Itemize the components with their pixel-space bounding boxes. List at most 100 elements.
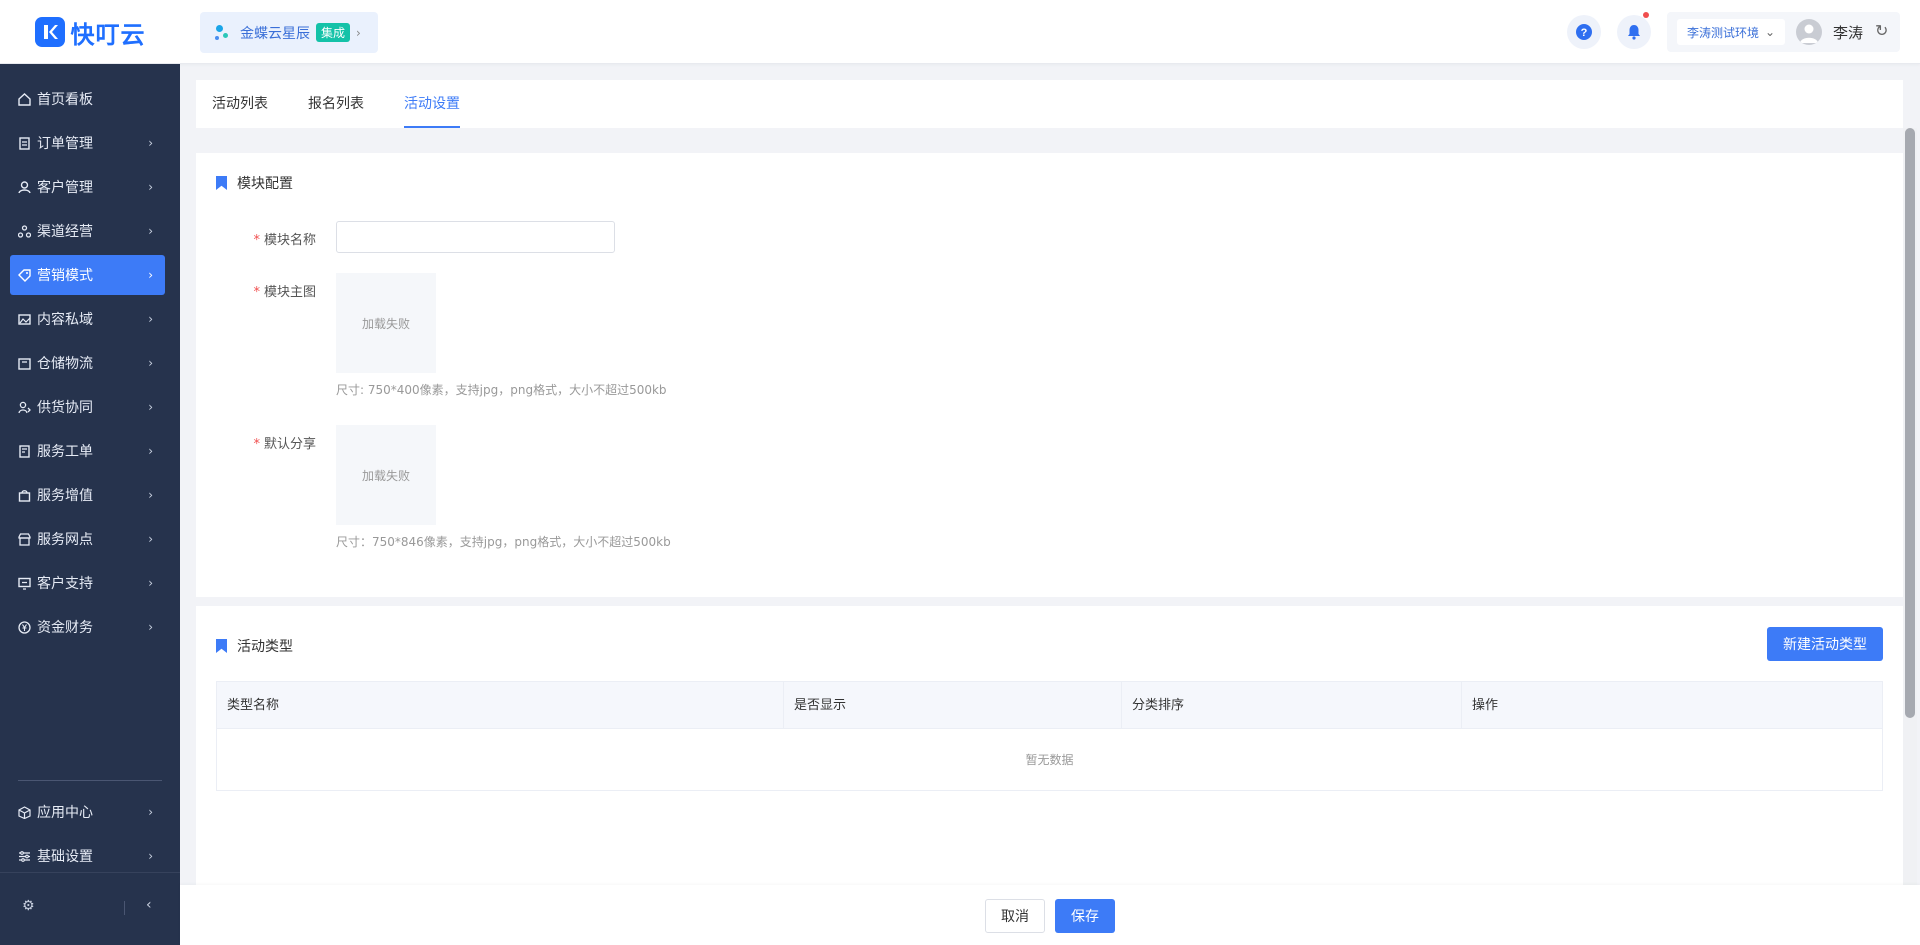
brand-name: 金蝶云星辰 xyxy=(240,25,310,42)
chevron-right-icon: › xyxy=(148,356,153,370)
label-text: 模块主图 xyxy=(263,285,316,300)
chevron-right-icon: › xyxy=(148,400,153,414)
image-load-failed-text: 加载失败 xyxy=(361,316,410,331)
app-logo[interactable]: 快叮云 xyxy=(0,0,180,64)
save-button[interactable]: 保存 xyxy=(1055,899,1115,933)
supply-icon xyxy=(17,400,31,414)
sidebar-item-service-orders[interactable]: 服务工单 › xyxy=(10,431,165,471)
column-header-type-name[interactable]: 类型名称 xyxy=(217,682,783,729)
share-image-upload[interactable]: 加载失败 xyxy=(336,425,436,525)
section-title: 模块配置 xyxy=(216,173,293,193)
sidebar-item-basic-settings[interactable]: 基础设置 › xyxy=(10,836,165,876)
user-icon xyxy=(17,180,31,194)
gear-icon[interactable]: ⚙ xyxy=(22,898,35,914)
main-image-upload[interactable]: 加载失败 xyxy=(336,273,436,373)
sidebar-item-support[interactable]: 客户支持 › xyxy=(10,563,165,603)
sidebar-item-customers[interactable]: 客户管理 › xyxy=(10,167,165,207)
section-title-text: 活动类型 xyxy=(237,639,293,655)
notification-button[interactable] xyxy=(1617,12,1651,49)
support-icon xyxy=(17,576,31,590)
activity-type-card: 活动类型 新建活动类型 类型名称 是否显示 分类排序 操作 暂无数据 xyxy=(196,606,1903,886)
column-header-actions[interactable]: 操作 xyxy=(1461,682,1882,729)
sidebar-item-warehouse[interactable]: 仓储物流 › xyxy=(10,343,165,383)
tab-activity-list[interactable]: 活动列表 xyxy=(212,80,268,128)
sidebar-item-finance[interactable]: 资金财务 › xyxy=(10,607,165,647)
required-mark: * xyxy=(253,437,260,452)
environment-select[interactable]: 李涛测试环境 ⌄ xyxy=(1677,19,1785,45)
sidebar-divider xyxy=(18,780,162,781)
settings-icon xyxy=(17,849,31,863)
ticket-icon xyxy=(17,444,31,458)
environment-label: 李涛测试环境 xyxy=(1686,25,1759,40)
bookmark-icon xyxy=(216,639,227,653)
sidebar-item-label: 客户支持 xyxy=(37,576,93,592)
refresh-icon[interactable]: ↻ xyxy=(1875,21,1888,40)
chevron-right-icon: › xyxy=(148,312,153,326)
bookmark-icon xyxy=(216,176,227,190)
sidebar-item-label: 内容私域 xyxy=(37,312,93,328)
image-icon xyxy=(17,312,31,326)
chevron-right-icon: › xyxy=(148,532,153,546)
tab-activity-settings[interactable]: 活动设置 xyxy=(404,80,460,128)
sidebar-item-dashboard[interactable]: 首页看板 xyxy=(10,79,165,119)
yen-icon xyxy=(17,620,31,634)
sidebar-item-channels[interactable]: 渠道经营 › xyxy=(10,211,165,251)
question-icon: ? xyxy=(1576,24,1592,40)
home-icon xyxy=(17,92,31,106)
chevron-right-icon: › xyxy=(148,136,153,150)
activity-type-table: 类型名称 是否显示 分类排序 操作 暂无数据 xyxy=(216,681,1883,791)
tab-bar: 活动列表 报名列表 活动设置 xyxy=(196,80,1903,128)
chevron-right-icon: › xyxy=(148,268,153,282)
tab-registration-list[interactable]: 报名列表 xyxy=(308,80,364,128)
scrollbar-thumb[interactable] xyxy=(1905,128,1915,718)
sidebar-item-label: 首页看板 xyxy=(37,92,93,108)
sidebar-item-label: 渠道经营 xyxy=(37,224,93,240)
module-name-input[interactable] xyxy=(336,221,615,253)
chevron-right-icon: › xyxy=(148,444,153,458)
divider xyxy=(124,901,125,915)
sidebar-item-label: 营销模式 xyxy=(37,268,93,284)
sidebar-item-label: 资金财务 xyxy=(37,620,93,636)
help-button[interactable]: ? xyxy=(1567,15,1601,49)
sidebar-item-service-points[interactable]: 服务网点 › xyxy=(10,519,165,559)
section-title: 活动类型 xyxy=(216,636,293,656)
bag-icon xyxy=(17,488,31,502)
empty-state-text: 暂无数据 xyxy=(1025,753,1074,767)
collapse-sidebar-icon[interactable]: ‹ xyxy=(146,897,152,913)
sidebar-item-value-added[interactable]: 服务增值 › xyxy=(10,475,165,515)
new-activity-type-button[interactable]: 新建活动类型 xyxy=(1767,627,1883,661)
channel-icon xyxy=(17,224,31,238)
label-text: 默认分享 xyxy=(263,437,316,452)
sidebar-item-content[interactable]: 内容私域 › xyxy=(10,299,165,339)
tag-icon xyxy=(17,268,31,282)
sidebar-item-label: 应用中心 xyxy=(37,805,93,821)
default-share-label: * 默认分享 xyxy=(236,433,316,452)
brand-dots-icon xyxy=(214,23,232,43)
sidebar-item-marketing[interactable]: 营销模式 › xyxy=(10,255,165,295)
sidebar-item-label: 基础设置 xyxy=(37,849,93,865)
sidebar-item-orders[interactable]: 订单管理 › xyxy=(10,123,165,163)
share-image-hint: 尺寸：750*846像素，支持jpg，png格式，大小不超过500kb xyxy=(336,535,671,549)
chevron-down-icon: ⌄ xyxy=(1764,25,1776,39)
sidebar: 首页看板 订单管理 › 客户管理 › 渠道经营 › 营销模式 › 内容私域 › … xyxy=(0,64,180,945)
required-mark: * xyxy=(253,285,260,300)
table-header: 类型名称 是否显示 分类排序 操作 xyxy=(217,682,1882,729)
required-mark: * xyxy=(253,233,260,248)
sidebar-item-supply[interactable]: 供货协同 › xyxy=(10,387,165,427)
avatar[interactable] xyxy=(1796,19,1822,45)
chevron-right-icon: › xyxy=(148,805,153,819)
sidebar-footer: ⚙ ‹ xyxy=(0,872,180,945)
column-header-visible[interactable]: 是否显示 xyxy=(783,682,1121,729)
column-header-sort[interactable]: 分类排序 xyxy=(1121,682,1461,729)
logo-icon xyxy=(34,17,65,47)
app-name: 快叮云 xyxy=(70,20,146,49)
brand-switcher[interactable]: 金蝶云星辰 集成 › xyxy=(200,12,378,53)
sidebar-item-app-center[interactable]: 应用中心 › xyxy=(10,792,165,832)
chevron-right-icon: › xyxy=(148,576,153,590)
chevron-right-icon: › xyxy=(148,620,153,634)
cancel-button[interactable]: 取消 xyxy=(985,899,1045,933)
module-name-label: * 模块名称 xyxy=(236,229,316,248)
notification-dot xyxy=(1643,12,1649,18)
user-name[interactable]: 李涛 xyxy=(1833,22,1863,43)
chevron-right-icon: › xyxy=(148,488,153,502)
